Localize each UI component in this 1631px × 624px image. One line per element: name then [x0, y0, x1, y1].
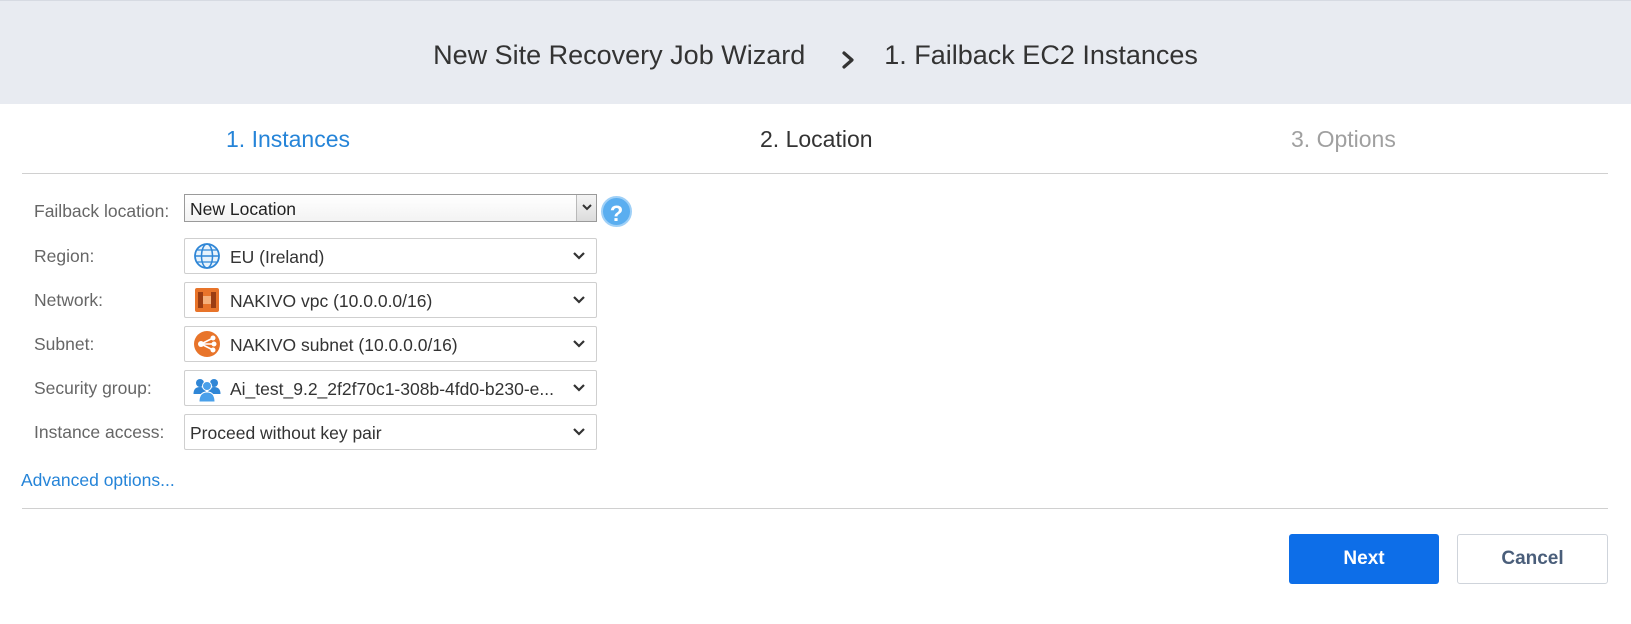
network-value: NAKIVO vpc (10.0.0.0/16)	[230, 291, 433, 311]
cancel-button[interactable]: Cancel	[1457, 534, 1608, 584]
subnet-dropdown[interactable]: NAKIVO subnet (10.0.0.0/16)	[184, 326, 597, 362]
failback-location-row: Failback location: New Location	[34, 194, 634, 228]
instance-access-dropdown[interactable]: Proceed without key pair	[184, 414, 597, 450]
chevron-down-icon	[573, 428, 585, 436]
chevron-down-icon	[573, 296, 585, 304]
step-options: 3. Options	[1291, 126, 1396, 152]
step-location: 2. Location	[760, 126, 873, 152]
region-dropdown[interactable]: EU (Ireland)	[184, 238, 597, 274]
wizard-steps: 1. Instances 2. Location 3. Options	[22, 104, 1608, 174]
subnet-icon	[194, 331, 220, 357]
chevron-down-icon	[573, 340, 585, 348]
chevron-down-icon	[582, 204, 592, 211]
subnet-row: Subnet: NAKIVO subnet (10.0.0.0/16)	[34, 326, 634, 362]
failback-location-label: Failback location:	[34, 201, 170, 221]
chevron-down-icon	[573, 252, 585, 260]
subnet-value: NAKIVO subnet (10.0.0.0/16)	[230, 335, 458, 355]
security-group-value: Ai_test_9.2_2f2f70c1-308b-4fd0-b230-e...	[230, 379, 554, 399]
region-value: EU (Ireland)	[230, 247, 325, 267]
breadcrumb: New Site Recovery Job Wizard 1. Failback…	[0, 39, 1631, 71]
current-page-title: 1. Failback EC2 Instances	[884, 40, 1198, 71]
step-instances[interactable]: 1. Instances	[226, 126, 350, 153]
subnet-label: Subnet:	[34, 334, 95, 354]
next-button[interactable]: Next	[1289, 534, 1439, 584]
network-label: Network:	[34, 290, 104, 310]
instance-access-value: Proceed without key pair	[190, 423, 382, 443]
wizard-header: New Site Recovery Job Wizard 1. Failback…	[0, 0, 1631, 104]
instance-access-row: Instance access: Proceed without key pai…	[34, 414, 634, 450]
security-group-row: Security group: Ai_test_9.2_2f2f70c1-308…	[34, 370, 634, 406]
security-group-dropdown[interactable]: Ai_test_9.2_2f2f70c1-308b-4fd0-b230-e...	[184, 370, 597, 406]
region-row: Region: EU (Ireland)	[34, 238, 634, 274]
help-icon[interactable]: ?	[601, 196, 632, 227]
aws-vpc-icon	[195, 288, 219, 312]
failback-location-select[interactable]: New Location	[184, 194, 597, 222]
advanced-options-link[interactable]: Advanced options...	[21, 470, 175, 491]
users-group-icon	[193, 379, 221, 402]
network-dropdown[interactable]: NAKIVO vpc (10.0.0.0/16)	[184, 282, 597, 318]
wizard-title: New Site Recovery Job Wizard	[433, 40, 806, 71]
dropdown-button[interactable]	[576, 195, 596, 221]
security-group-label: Security group:	[34, 378, 152, 398]
globe-icon	[194, 243, 220, 269]
instance-access-label: Instance access:	[34, 422, 165, 442]
chevron-right-icon	[841, 46, 855, 69]
network-row: Network: NAKIVO vpc (10.0.0.0/16)	[34, 282, 634, 318]
region-label: Region:	[34, 246, 95, 266]
failback-location-value: New Location	[190, 199, 297, 219]
footer-divider	[22, 508, 1608, 509]
chevron-down-icon	[573, 384, 585, 392]
